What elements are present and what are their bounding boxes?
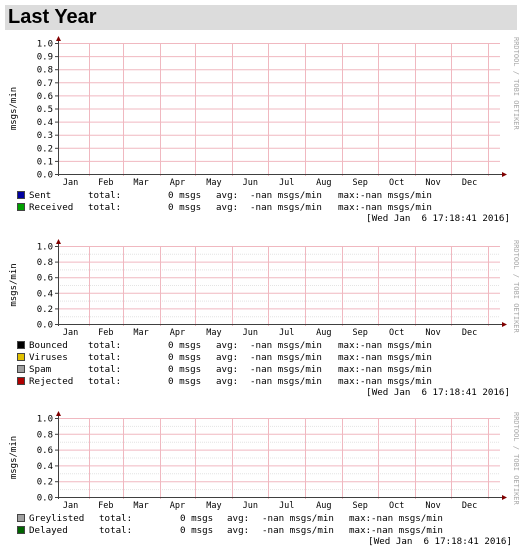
y-tick-label: 1.0	[37, 415, 53, 425]
legend-swatch	[17, 526, 25, 534]
y-axis-arrow	[56, 411, 61, 416]
legend-av: -nan msgs/min	[262, 525, 334, 536]
legend-avg: avg:	[227, 525, 250, 536]
x-axis-arrow	[502, 495, 507, 500]
legend-name: Greylisted	[29, 513, 85, 524]
chart-3: Jan Feb Mar Apr May Jun Jul Aug Sep Oct Nov Dec 0.0 0…	[9, 411, 520, 511]
legend-swatch	[17, 514, 25, 522]
x-tick-label: Jan	[63, 501, 78, 511]
y-tick-label: 0.4	[37, 462, 53, 472]
y-tick-label: 0.0	[37, 494, 53, 504]
x-tick-label: May	[206, 501, 221, 511]
x-tick-label: Aug	[316, 501, 331, 511]
legend-total: total:	[99, 513, 133, 524]
x-tick-label: Apr	[170, 501, 185, 511]
legend-tv: 0 msgs	[180, 513, 214, 524]
y-tick-label: 0.8	[37, 430, 53, 440]
timestamp: [Wed Jan 6 17:18:41 2016]	[368, 536, 512, 547]
legend-avg: avg:	[227, 513, 250, 524]
legend-max: max:	[349, 513, 372, 524]
y-tick-label: 0.6	[37, 446, 53, 456]
x-tick-label: Oct	[389, 501, 404, 511]
x-tick-label: Feb	[98, 501, 113, 511]
x-tick-label: Jul	[279, 501, 294, 511]
x-tick-label: Nov	[425, 501, 440, 511]
rrdtool-watermark: RRDTOOL / TOBI OETIKER	[512, 412, 520, 506]
legend-tv: 0 msgs	[180, 525, 214, 536]
x-tick-label: Jun	[243, 501, 258, 511]
legend-total: total:	[99, 525, 133, 536]
legend-max: max:	[349, 525, 372, 536]
y-tick-label: 0.2	[37, 478, 53, 488]
y-axis-label: msgs/min	[9, 436, 19, 479]
legend-mv: -nan msgs/min	[371, 513, 443, 524]
x-tick-label: Dec	[462, 501, 477, 511]
x-tick-label: Sep	[353, 501, 368, 511]
legend-av: -nan msgs/min	[262, 513, 334, 524]
legend-name: Delayed	[29, 525, 68, 536]
x-tick-label: Mar	[133, 501, 148, 511]
legend-mv: -nan msgs/min	[371, 525, 443, 536]
